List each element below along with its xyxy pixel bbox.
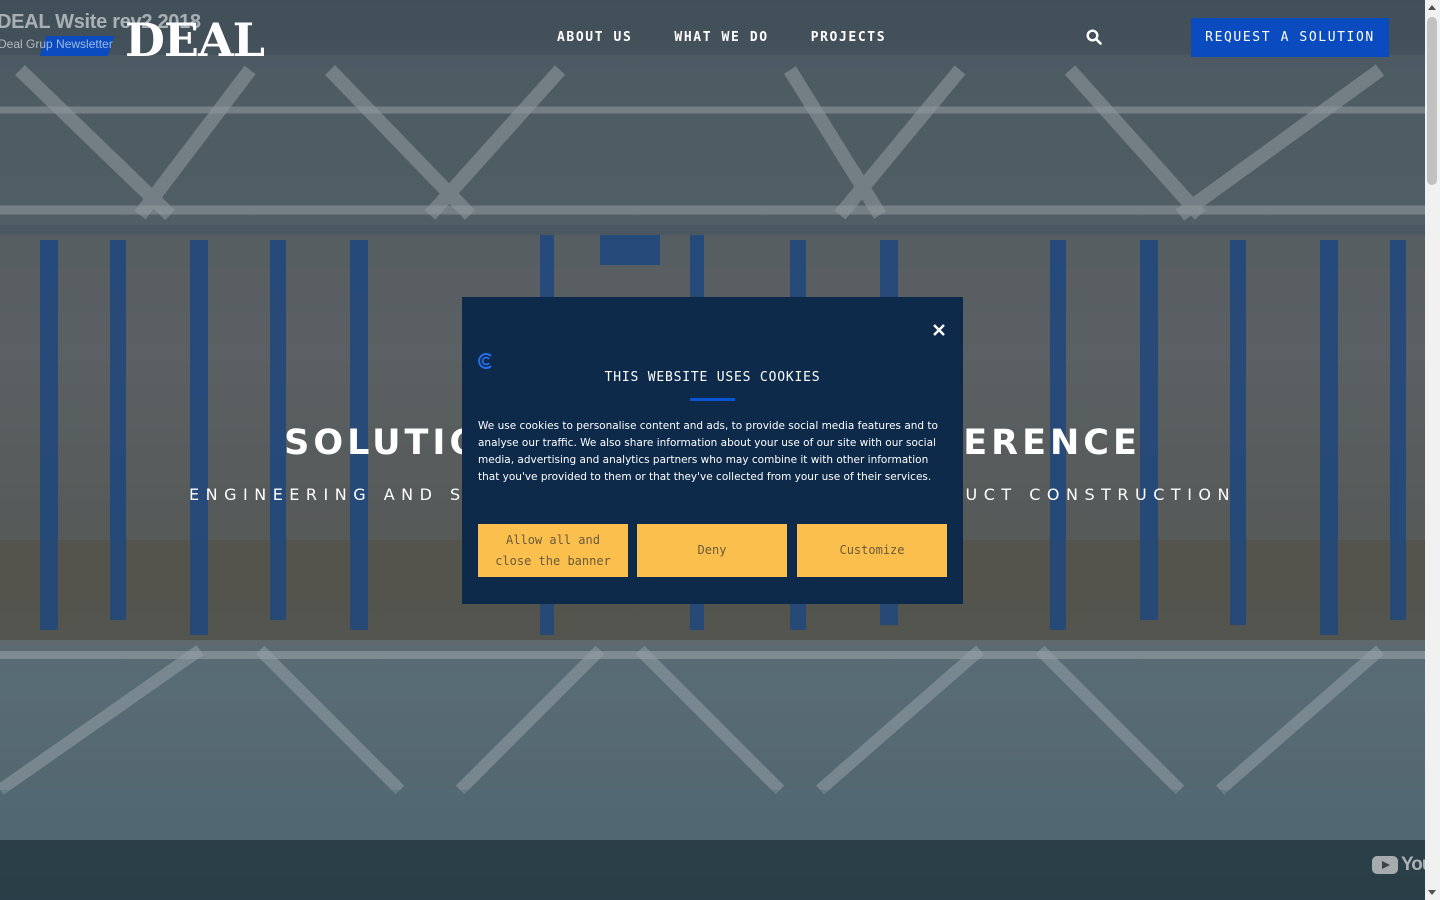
cookie-banner: THIS WEBSITE USES COOKIES We use cookies…	[462, 297, 963, 604]
cookie-title: THIS WEBSITE USES COOKIES	[604, 370, 821, 385]
cookie-title-underline	[690, 398, 735, 401]
hero-subtitle-left: ENGINEERING AND S	[189, 485, 467, 504]
request-solution-button[interactable]: REQUEST A SOLUTION	[1191, 18, 1389, 57]
nav-projects[interactable]: PROJECTS	[811, 30, 886, 45]
cookie-provider-logo-icon	[478, 353, 492, 369]
allow-all-button[interactable]: Allow all and close the banner	[478, 524, 628, 577]
cookie-description: We use cookies to personalise content an…	[478, 420, 938, 483]
nav-about-us[interactable]: ABOUT US	[557, 30, 632, 45]
page-scrollbar[interactable]	[1425, 0, 1440, 900]
nav-what-we-do[interactable]: WHAT WE DO	[674, 30, 768, 45]
main-nav: ABOUT US WHAT WE DO PROJECTS	[557, 30, 886, 45]
scroll-up-arrow-icon[interactable]	[1428, 5, 1436, 10]
youtube-play-icon	[1372, 856, 1398, 874]
hero-title-left: SOLUTIO	[284, 423, 484, 463]
youtube-logo[interactable]: You	[1372, 854, 1434, 876]
close-icon[interactable]	[932, 323, 946, 337]
scroll-down-arrow-icon[interactable]	[1428, 890, 1436, 895]
site-logo[interactable]: DEAL	[125, 12, 265, 68]
video-channel[interactable]: Deal Grup Newsletter	[0, 37, 113, 51]
scroll-thumb[interactable]	[1427, 17, 1437, 185]
customize-button[interactable]: Customize	[797, 524, 947, 577]
search-icon[interactable]	[1086, 29, 1102, 45]
hero-title-right: ERENCE	[963, 423, 1141, 463]
hero-subtitle-right: DUCT CONSTRUCTION	[946, 485, 1236, 504]
deny-button[interactable]: Deny	[637, 524, 787, 577]
